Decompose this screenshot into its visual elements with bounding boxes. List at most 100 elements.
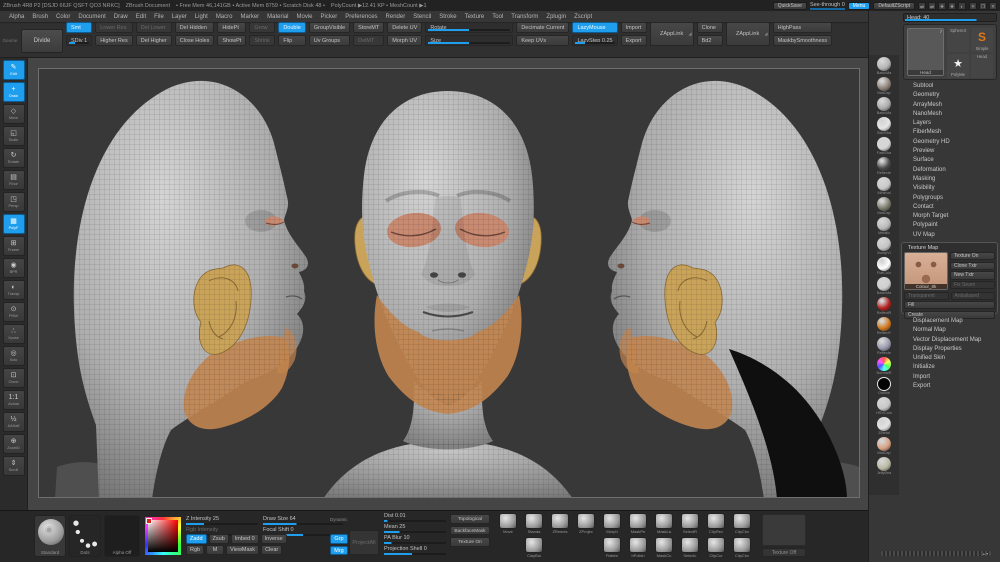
toolbar-button[interactable]: HidePt	[217, 22, 246, 33]
texture-button[interactable]: Clone Txtr	[950, 262, 995, 270]
material-item[interactable]: BasicMa	[871, 277, 897, 297]
subpalette-row[interactable]: Export	[899, 382, 999, 391]
shelf-tool-button[interactable]: ✎Edit	[3, 60, 25, 80]
titlebar-icon[interactable]: ❖	[938, 2, 946, 10]
toolbar-button[interactable]: Bd2	[697, 35, 723, 46]
toggle-button[interactable]: BackfaceMask	[450, 526, 490, 536]
subpalette-row[interactable]: Contact	[899, 203, 999, 212]
menu-item[interactable]: Alpha	[6, 13, 27, 21]
texture-map-header[interactable]: Texture Map	[904, 245, 995, 252]
toolbar-button[interactable]: Morph UV	[387, 35, 422, 46]
toolbar-button[interactable]: Grow	[249, 22, 275, 33]
menu-item[interactable]: Marker	[237, 13, 262, 21]
brush-shortcut[interactable]: Move	[497, 513, 519, 534]
toolbar-button[interactable]: Rotate	[425, 22, 513, 33]
subpalette-row[interactable]: Polygroups	[899, 194, 999, 203]
texture-thumbnail[interactable]: Colour_8k	[904, 252, 948, 290]
titlebar-icon[interactable]: ⇄	[918, 2, 926, 10]
menu-item[interactable]: Draw	[111, 13, 131, 21]
toolbar-button[interactable]: Higher Res	[95, 35, 133, 46]
slider[interactable]: Projection Shell 0	[384, 546, 446, 555]
tool-thumbnail[interactable]: Sphere3	[947, 28, 969, 52]
brush-shortcut[interactable]: Flatten	[601, 537, 623, 558]
window-control-button[interactable]: ✕	[969, 2, 977, 10]
material-item[interactable]: MatCap	[871, 437, 897, 457]
tool-thumbnail[interactable]: Head	[971, 54, 993, 78]
brush-shortcut[interactable]: ZProjec	[575, 513, 597, 534]
shelf-tool-button[interactable]: ↻Rotate	[3, 148, 25, 168]
material-item[interactable]: Reflecte	[871, 337, 897, 357]
brush-shortcut[interactable]: MaskPe	[627, 513, 649, 534]
brush-shortcut[interactable]: SelectR	[679, 513, 701, 534]
toolbar-button[interactable]: Double	[278, 22, 305, 33]
subpalette-row[interactable]: Preview	[899, 147, 999, 156]
subpalette-row[interactable]: Import	[899, 373, 999, 382]
current-alpha-thumbnail[interactable]: Alpha Off	[104, 515, 140, 557]
toolbar-button[interactable]: Del Hidden	[175, 22, 215, 33]
toolbar-button[interactable]: Del Lower	[136, 22, 172, 33]
texture-off-button[interactable]: Texture Off	[762, 548, 806, 557]
material-item[interactable]: Outline	[871, 377, 897, 397]
toolbar-button[interactable]: Shrink	[249, 35, 275, 46]
subpalette-row[interactable]: NanoMesh	[899, 110, 999, 119]
toolbar-button[interactable]: ZAppLink	[650, 22, 694, 46]
brush-shortcut[interactable]: MaskCu	[653, 537, 675, 558]
scrollbar-arrows-icon[interactable]: ▲▼	[982, 552, 989, 556]
menu-item[interactable]: Layer	[169, 13, 190, 21]
toolbar-button[interactable]: Keep UVs	[516, 35, 569, 46]
menu-item[interactable]: Document	[75, 13, 108, 21]
toolbar-button[interactable]: ShowPt	[217, 35, 246, 46]
toolbar-button[interactable]: Import	[621, 22, 647, 33]
subpalette-row[interactable]: Visibility	[899, 184, 999, 193]
menu-item[interactable]: Preferences	[342, 13, 380, 21]
menu-item[interactable]: Movie	[294, 13, 316, 21]
toggle-button[interactable]: Grp	[330, 534, 348, 544]
shelf-tool-button[interactable]: ⊙PtSel	[3, 302, 25, 322]
material-item[interactable]: BasicMa	[871, 57, 897, 77]
shelf-tool-button[interactable]: ⊞Frame	[3, 236, 25, 256]
toolbar-button[interactable]: Del Higher	[136, 35, 172, 46]
menu-item[interactable]: Light	[192, 13, 211, 21]
slider[interactable]: PA Blur 10	[384, 535, 446, 544]
shelf-tool-button[interactable]: ◱Scale	[3, 126, 25, 146]
see-through-slider[interactable]: See-through 0	[810, 2, 845, 10]
subpalette-row[interactable]: FiberMesh	[899, 128, 999, 137]
shelf-tool-button[interactable]: ⊡Clone	[3, 368, 25, 388]
material-item[interactable]: ZMetal	[871, 417, 897, 437]
subpalette-row[interactable]: Masking	[899, 175, 999, 184]
menu-item[interactable]: Material	[264, 13, 291, 21]
menu-item[interactable]: Stroke	[436, 13, 459, 21]
material-item[interactable]: MatCap	[871, 77, 897, 97]
brush-shortcut[interactable]: ClipCur	[705, 537, 727, 558]
texture-option[interactable]: Transparent	[904, 292, 949, 300]
subpalette-row[interactable]: Geometry	[899, 91, 999, 100]
toolbar-button[interactable]: Smt	[66, 22, 92, 33]
menu-item[interactable]: Color	[53, 13, 73, 21]
titlebar-icon[interactable]: ❖	[948, 2, 956, 10]
tool-thumbnail[interactable]: ★PolyMe	[947, 54, 969, 78]
toggle-button[interactable]: ViewMask	[226, 545, 259, 555]
brush-shortcut[interactable]: hPolish	[627, 537, 649, 558]
shelf-tool-button[interactable]: ½AAHalf	[3, 412, 25, 432]
menu-item[interactable]: Picker	[318, 13, 341, 21]
current-brush-thumbnail[interactable]: Standard	[34, 515, 66, 557]
color-picker[interactable]	[145, 517, 181, 555]
shelf-tool-button[interactable]: ◎Solo	[3, 346, 25, 366]
canvas-area[interactable]	[28, 58, 868, 510]
toolbar-button[interactable]: SDiv 1	[66, 35, 92, 46]
shelf-tool-button[interactable]: ◐Transp	[3, 280, 25, 300]
material-item[interactable]: HSVColo	[871, 397, 897, 417]
toolbar-button[interactable]: Uv Groups	[309, 35, 350, 46]
subpalette-row[interactable]: Deformation	[899, 166, 999, 175]
toggle-button[interactable]: Zsub	[209, 534, 229, 544]
subpalette-row[interactable]: Surface	[899, 156, 999, 165]
current-stroke-thumbnail[interactable]: Dots	[69, 515, 101, 557]
subpalette-row[interactable]: Display Properties	[899, 345, 999, 354]
toggle-button[interactable]: Topological	[450, 514, 490, 524]
projectall-button[interactable]: ProjectAll	[349, 530, 379, 555]
subpalette-row[interactable]: Normal Map	[899, 326, 999, 335]
subpalette-row[interactable]: Vector Displacement Map	[899, 336, 999, 345]
shelf-tool-button[interactable]: ⊕ZoomD	[3, 434, 25, 454]
color-gradient[interactable]	[148, 520, 178, 552]
menu-item[interactable]: Tool	[489, 13, 506, 21]
